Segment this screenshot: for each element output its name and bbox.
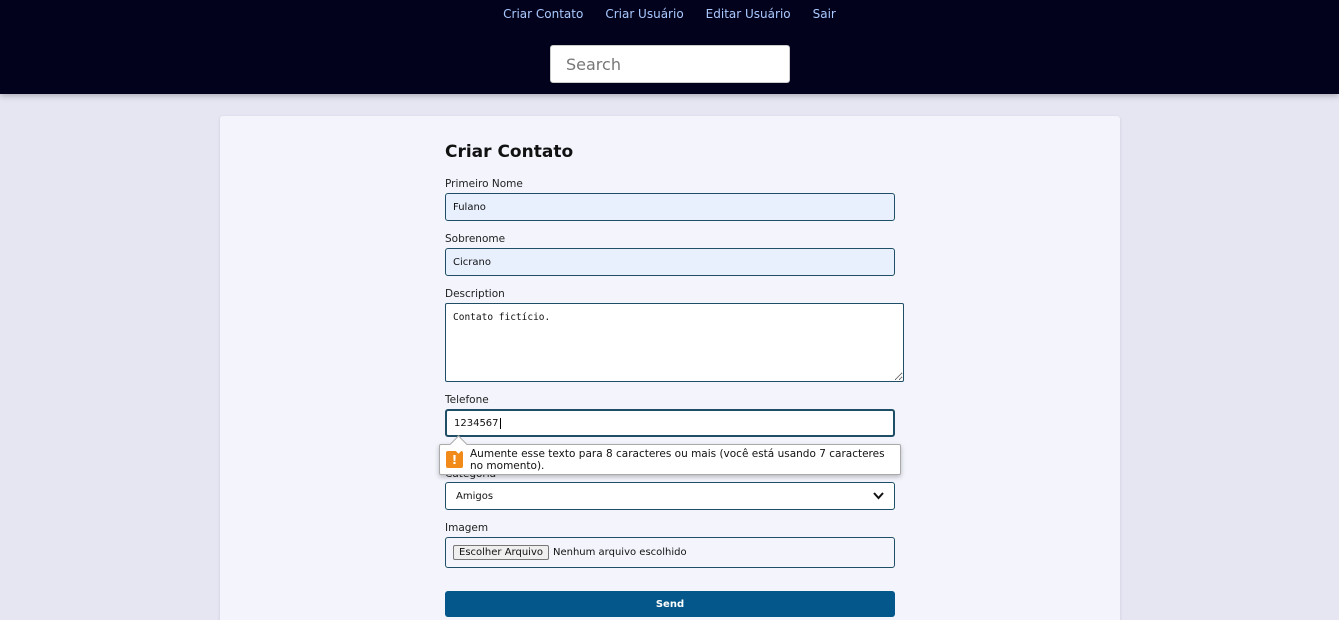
description-label: Description bbox=[445, 288, 505, 300]
validation-tooltip: ! Aumente esse texto para 8 caracteres o… bbox=[439, 444, 901, 475]
first-name-field[interactable] bbox=[445, 193, 895, 221]
page-title: Criar Contato bbox=[445, 142, 574, 162]
send-button[interactable]: Send bbox=[445, 591, 895, 617]
image-label: Imagem bbox=[445, 522, 489, 534]
nav-editar-usuario[interactable]: Editar Usuário bbox=[706, 7, 791, 21]
nav-sair[interactable]: Sair bbox=[813, 7, 836, 21]
text-caret bbox=[499, 417, 501, 429]
description-textarea[interactable]: Contato fictício. bbox=[445, 303, 904, 382]
main-nav: Criar Contato Criar Usuário Editar Usuár… bbox=[0, 7, 1339, 21]
top-navbar: Criar Contato Criar Usuário Editar Usuár… bbox=[0, 0, 1339, 94]
last-name-field[interactable] bbox=[445, 248, 895, 276]
last-name-label: Sobrenome bbox=[445, 233, 506, 245]
search-input[interactable] bbox=[550, 45, 790, 83]
phone-label: Telefone bbox=[445, 394, 489, 406]
phone-field[interactable]: 1234567 bbox=[445, 409, 895, 437]
first-name-label: Primeiro Nome bbox=[445, 178, 523, 190]
nav-criar-contato[interactable]: Criar Contato bbox=[503, 7, 583, 21]
image-file-input[interactable]: Escolher Arquivo Nenhum arquivo escolhid… bbox=[445, 537, 895, 568]
choose-file-button[interactable]: Escolher Arquivo bbox=[453, 545, 549, 560]
category-select[interactable]: Amigos bbox=[445, 482, 895, 510]
file-status: Nenhum arquivo escolhido bbox=[552, 547, 687, 558]
category-selected-value: Amigos bbox=[456, 490, 494, 502]
chevron-down-icon bbox=[873, 490, 884, 503]
warning-icon: ! bbox=[446, 451, 463, 468]
phone-value: 1234567 bbox=[454, 417, 499, 429]
nav-criar-usuario[interactable]: Criar Usuário bbox=[605, 7, 683, 21]
validation-message: Aumente esse texto para 8 caracteres ou … bbox=[470, 447, 885, 472]
